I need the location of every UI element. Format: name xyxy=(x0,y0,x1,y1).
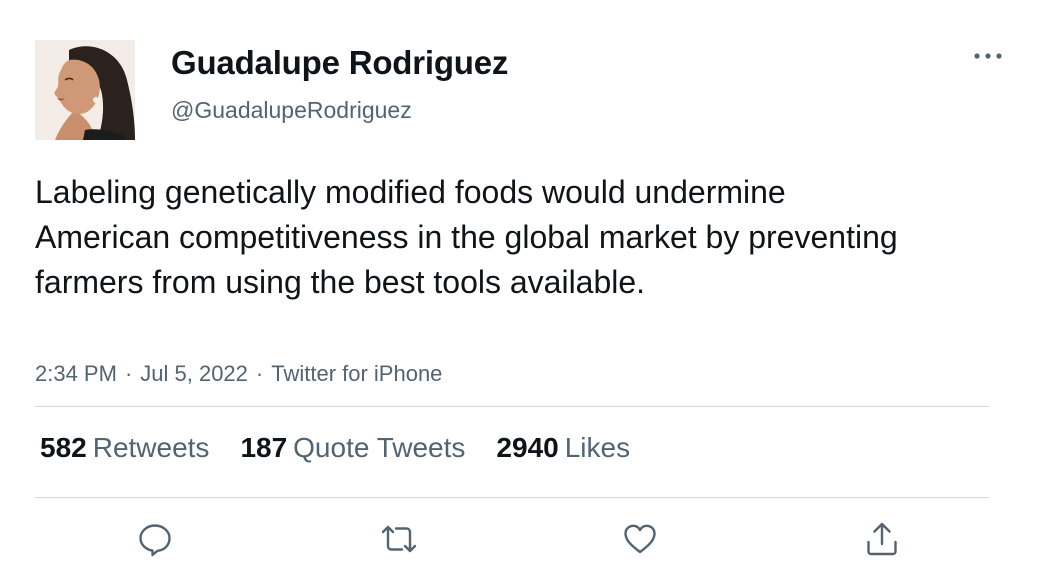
retweet-button[interactable] xyxy=(377,517,421,561)
retweets-stat[interactable]: 582 Retweets xyxy=(40,432,209,464)
tweet-time[interactable]: 2:34 PM xyxy=(35,361,117,386)
display-name[interactable]: Guadalupe Rodriguez xyxy=(171,44,508,82)
more-options-button[interactable] xyxy=(968,40,1008,70)
retweets-label: Retweets xyxy=(92,432,210,463)
quote-tweets-label: Quote Tweets xyxy=(293,432,466,463)
meta-separator: · xyxy=(124,361,133,386)
reply-button[interactable] xyxy=(133,517,177,561)
divider xyxy=(35,406,989,407)
divider xyxy=(35,497,989,498)
likes-label: Likes xyxy=(564,432,631,463)
heart-icon xyxy=(624,524,656,554)
like-button[interactable] xyxy=(618,517,662,561)
tweet-metadata: 2:34 PM · Jul 5, 2022 · Twitter for iPhone xyxy=(35,361,442,387)
retweet-icon xyxy=(381,525,417,553)
user-handle[interactable]: @GuadalupeRodriguez xyxy=(171,97,412,124)
tweet-card: Guadalupe Rodriguez @GuadalupeRodriguez … xyxy=(0,0,1050,570)
share-button[interactable] xyxy=(860,517,904,561)
tweet-date[interactable]: Jul 5, 2022 xyxy=(140,361,248,386)
likes-count: 2940 xyxy=(496,432,559,463)
avatar[interactable] xyxy=(35,40,135,140)
likes-stat[interactable]: 2940 Likes xyxy=(496,432,630,464)
quote-tweets-stat[interactable]: 187 Quote Tweets xyxy=(240,432,465,464)
more-horizontal-icon xyxy=(974,53,1002,59)
quote-tweets-count: 187 xyxy=(240,432,288,463)
share-icon xyxy=(867,522,897,556)
tweet-text: Labeling genetically modified foods woul… xyxy=(35,174,898,300)
tweet-source[interactable]: Twitter for iPhone xyxy=(271,361,442,386)
reply-icon xyxy=(139,524,171,557)
tweet-stats: 582 Retweets 187 Quote Tweets 2940 Likes xyxy=(40,432,630,464)
meta-separator: · xyxy=(255,361,264,386)
retweets-count: 582 xyxy=(40,432,87,463)
